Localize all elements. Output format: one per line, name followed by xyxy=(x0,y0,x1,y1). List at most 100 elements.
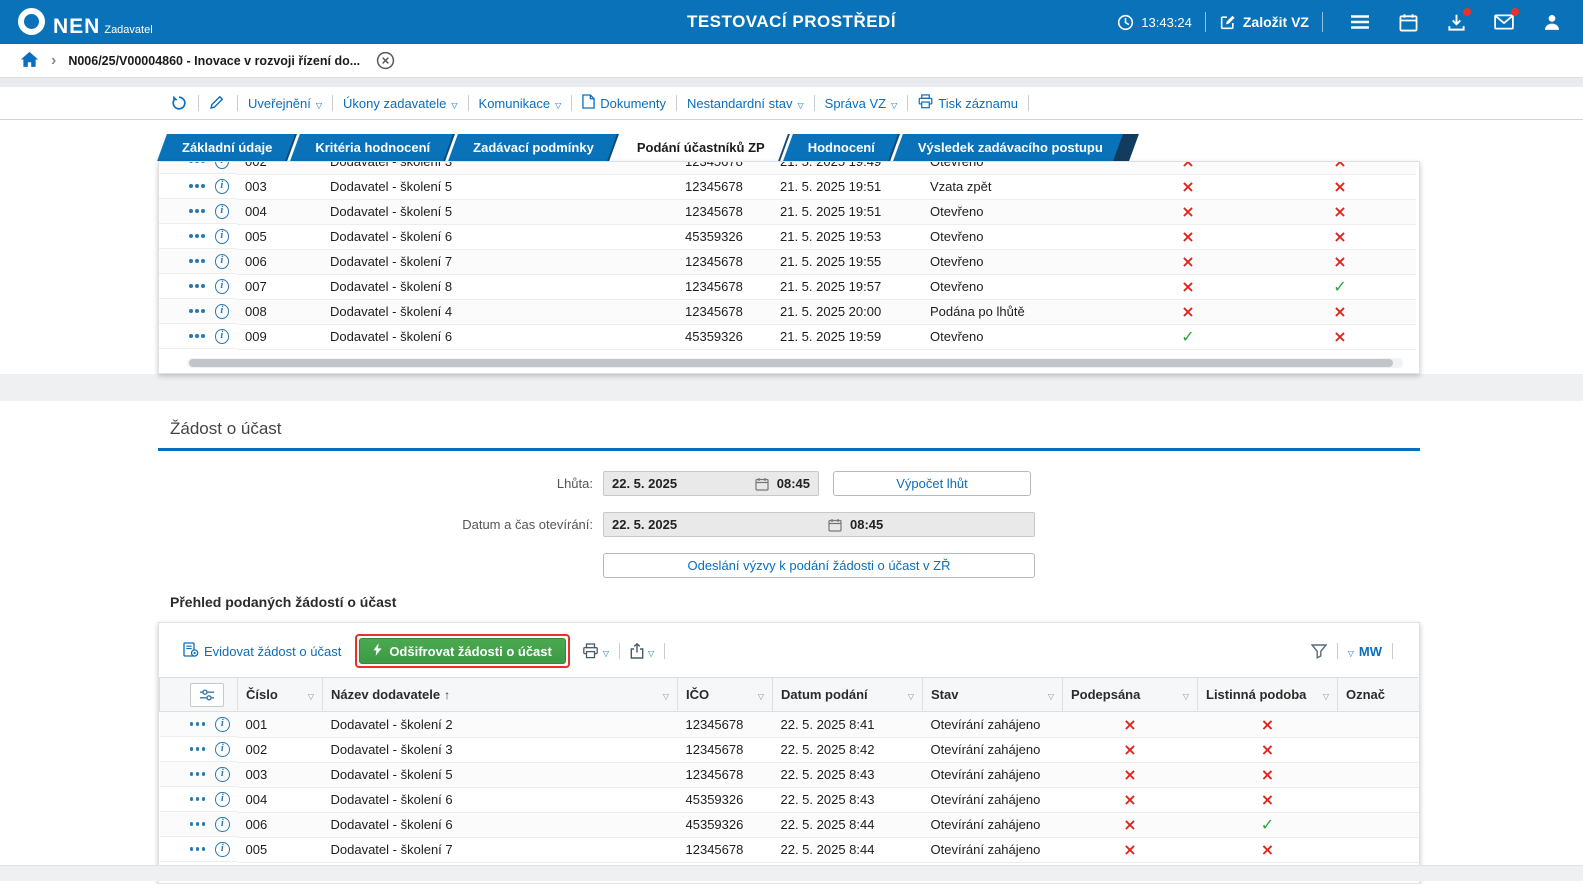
table-row[interactable]: 008 Dodavatel - školení 4 12345678 21. 5… xyxy=(159,299,1416,325)
tab-zadavaci-podminky[interactable]: Zadávací podmínky xyxy=(453,134,614,161)
table-row[interactable]: 009 Dodavatel - školení 6 45359326 21. 5… xyxy=(159,324,1416,350)
row-menu-icon[interactable] xyxy=(189,209,193,213)
brand[interactable]: NEN Zadavatel xyxy=(18,7,153,37)
table-row[interactable]: 004 Dodavatel - školení 6 45359326 22. 5… xyxy=(159,787,1419,813)
row-menu-icon[interactable] xyxy=(189,284,193,288)
info-icon[interactable] xyxy=(214,203,229,219)
info-icon[interactable] xyxy=(214,228,229,244)
info-icon[interactable] xyxy=(215,791,230,807)
tab-kriteria-hodnoceni[interactable]: Kritéria hodnocení xyxy=(295,134,450,161)
column-settings-button[interactable] xyxy=(190,682,224,707)
row-menu-icon[interactable] xyxy=(189,747,194,751)
decrypt-requests-button[interactable]: Odšifrovat žádosti o účast xyxy=(359,638,566,664)
compute-deadlines-button[interactable]: Výpočet lhůt xyxy=(833,471,1031,496)
table-row[interactable]: 001 Dodavatel - školení 2 12345678 22. 5… xyxy=(159,711,1419,738)
row-menu-icon[interactable] xyxy=(189,259,193,263)
row-menu-icon[interactable] xyxy=(189,334,193,338)
info-icon[interactable] xyxy=(215,816,230,832)
history-icon[interactable] xyxy=(170,94,188,112)
chevron-down-icon[interactable] xyxy=(908,687,914,702)
table-row[interactable]: 006 Dodavatel - školení 7 12345678 21. 5… xyxy=(159,249,1416,275)
column-header-cislo[interactable]: Číslo xyxy=(237,677,323,712)
cell-supplier-name: Dodavatel - školení 2 xyxy=(322,711,678,738)
export-button[interactable] xyxy=(630,643,654,659)
column-header-nazev[interactable]: Název dodavatele xyxy=(322,677,678,712)
row-menu-icon[interactable] xyxy=(189,234,193,238)
table-row[interactable]: 003 Dodavatel - školení 5 12345678 21. 5… xyxy=(159,174,1416,200)
row-menu-icon[interactable] xyxy=(189,847,194,851)
calendar-icon[interactable] xyxy=(828,518,842,532)
column-header-podepsana[interactable]: Podepsána xyxy=(1062,677,1198,712)
cell-paper: × xyxy=(1197,837,1338,863)
row-menu-icon[interactable] xyxy=(189,797,194,801)
edit-pencil-icon[interactable] xyxy=(209,94,227,112)
row-menu-icon[interactable] xyxy=(189,184,193,188)
scrollbar-thumb[interactable] xyxy=(189,359,1393,367)
table-row[interactable]: 005 Dodavatel - školení 6 45359326 21. 5… xyxy=(159,224,1416,250)
mw-toggle[interactable]: MW xyxy=(1348,644,1382,659)
home-icon[interactable] xyxy=(20,51,39,71)
print-record-link[interactable]: Tisk záznamu xyxy=(918,94,1018,112)
info-icon[interactable] xyxy=(214,278,229,294)
info-icon[interactable] xyxy=(214,162,229,169)
tab-vysledek-postupu[interactable]: Výsledek zadávacího postupu xyxy=(898,134,1123,161)
calendar-icon[interactable] xyxy=(1397,11,1419,33)
row-menu-icon[interactable] xyxy=(189,772,194,776)
menu-sprava-vz[interactable]: Správa VZ xyxy=(825,96,898,111)
table-row[interactable]: 002 Dodavatel - školení 3 12345678 21. 5… xyxy=(159,162,1416,175)
section-title: Žádost o účast xyxy=(158,419,1420,451)
create-vz-button[interactable]: Založit VZ xyxy=(1219,14,1309,31)
info-icon[interactable] xyxy=(214,178,229,194)
chevron-down-icon[interactable] xyxy=(1048,687,1054,702)
table-row[interactable]: 005 Dodavatel - školení 7 12345678 22. 5… xyxy=(159,837,1419,863)
info-icon[interactable] xyxy=(214,328,229,344)
calendar-icon[interactable] xyxy=(755,477,769,491)
chevron-down-icon[interactable] xyxy=(758,687,764,702)
chevron-down-icon[interactable] xyxy=(308,687,314,702)
menu-nestandardni-stav[interactable]: Nestandardní stav xyxy=(687,96,804,111)
chevron-down-icon[interactable] xyxy=(663,687,669,702)
info-icon[interactable] xyxy=(214,253,229,269)
downloads-icon[interactable] xyxy=(1445,8,1471,33)
row-menu-icon[interactable] xyxy=(189,162,193,163)
row-menu-icon[interactable] xyxy=(189,722,194,726)
info-icon[interactable] xyxy=(215,716,230,732)
row-menu-icon[interactable] xyxy=(189,309,193,313)
table-row[interactable]: 004 Dodavatel - školení 5 12345678 21. 5… xyxy=(159,199,1416,225)
filter-icon[interactable] xyxy=(1310,643,1327,659)
horizontal-scrollbar[interactable] xyxy=(187,358,1403,368)
tab-podani-ucastniku-zp[interactable]: Podání účastníků ZP xyxy=(617,134,785,161)
info-icon[interactable] xyxy=(215,741,230,757)
column-header-oznaceni[interactable]: Označ xyxy=(1337,677,1419,712)
info-icon[interactable] xyxy=(214,303,229,319)
column-header-datum[interactable]: Datum podání xyxy=(772,677,923,712)
opening-field[interactable]: 22. 5. 2025 08:45 xyxy=(603,512,1035,537)
table-row[interactable]: 002 Dodavatel - školení 3 12345678 22. 5… xyxy=(159,737,1419,763)
column-header-listinna[interactable]: Listinná podoba xyxy=(1197,677,1338,712)
menu-komunikace[interactable]: Komunikace xyxy=(479,96,562,111)
menu-icon[interactable] xyxy=(1349,11,1371,33)
register-request-link[interactable]: Evidovat žádost o účast xyxy=(183,641,341,661)
table-row[interactable]: 003 Dodavatel - školení 5 12345678 22. 5… xyxy=(159,762,1419,788)
info-icon[interactable] xyxy=(215,766,230,782)
table-row[interactable]: 007 Dodavatel - školení 8 12345678 21. 5… xyxy=(159,274,1416,300)
menu-uverejneni[interactable]: Uveřejnění xyxy=(248,96,322,111)
menu-dokumenty[interactable]: Dokumenty xyxy=(582,94,666,112)
table-row[interactable]: 006 Dodavatel - školení 6 45359326 22. 5… xyxy=(159,812,1419,838)
breadcrumb-item[interactable]: N006/25/V00004860 - Inovace v rozvoji ří… xyxy=(68,54,360,68)
send-invitation-button[interactable]: Odeslání výzvy k podání žádosti o účast … xyxy=(603,553,1035,578)
info-icon[interactable] xyxy=(215,841,230,857)
chevron-down-icon[interactable] xyxy=(1323,687,1329,702)
tab-zakladni-udaje[interactable]: Základní údaje xyxy=(162,134,292,161)
column-header-ico[interactable]: IČO xyxy=(677,677,773,712)
chevron-down-icon[interactable] xyxy=(1183,687,1189,702)
deadline-field[interactable]: 22. 5. 2025 08:45 xyxy=(603,471,819,496)
menu-ukony-zadavatele[interactable]: Úkony zadavatele xyxy=(343,96,458,111)
messages-icon[interactable] xyxy=(1493,8,1519,33)
user-icon[interactable] xyxy=(1541,11,1563,33)
tab-hodnoceni[interactable]: Hodnocení xyxy=(788,134,895,161)
column-header-stav[interactable]: Stav xyxy=(922,677,1063,712)
print-button[interactable] xyxy=(582,643,609,659)
close-record-icon[interactable] xyxy=(376,51,395,70)
row-menu-icon[interactable] xyxy=(189,822,194,826)
